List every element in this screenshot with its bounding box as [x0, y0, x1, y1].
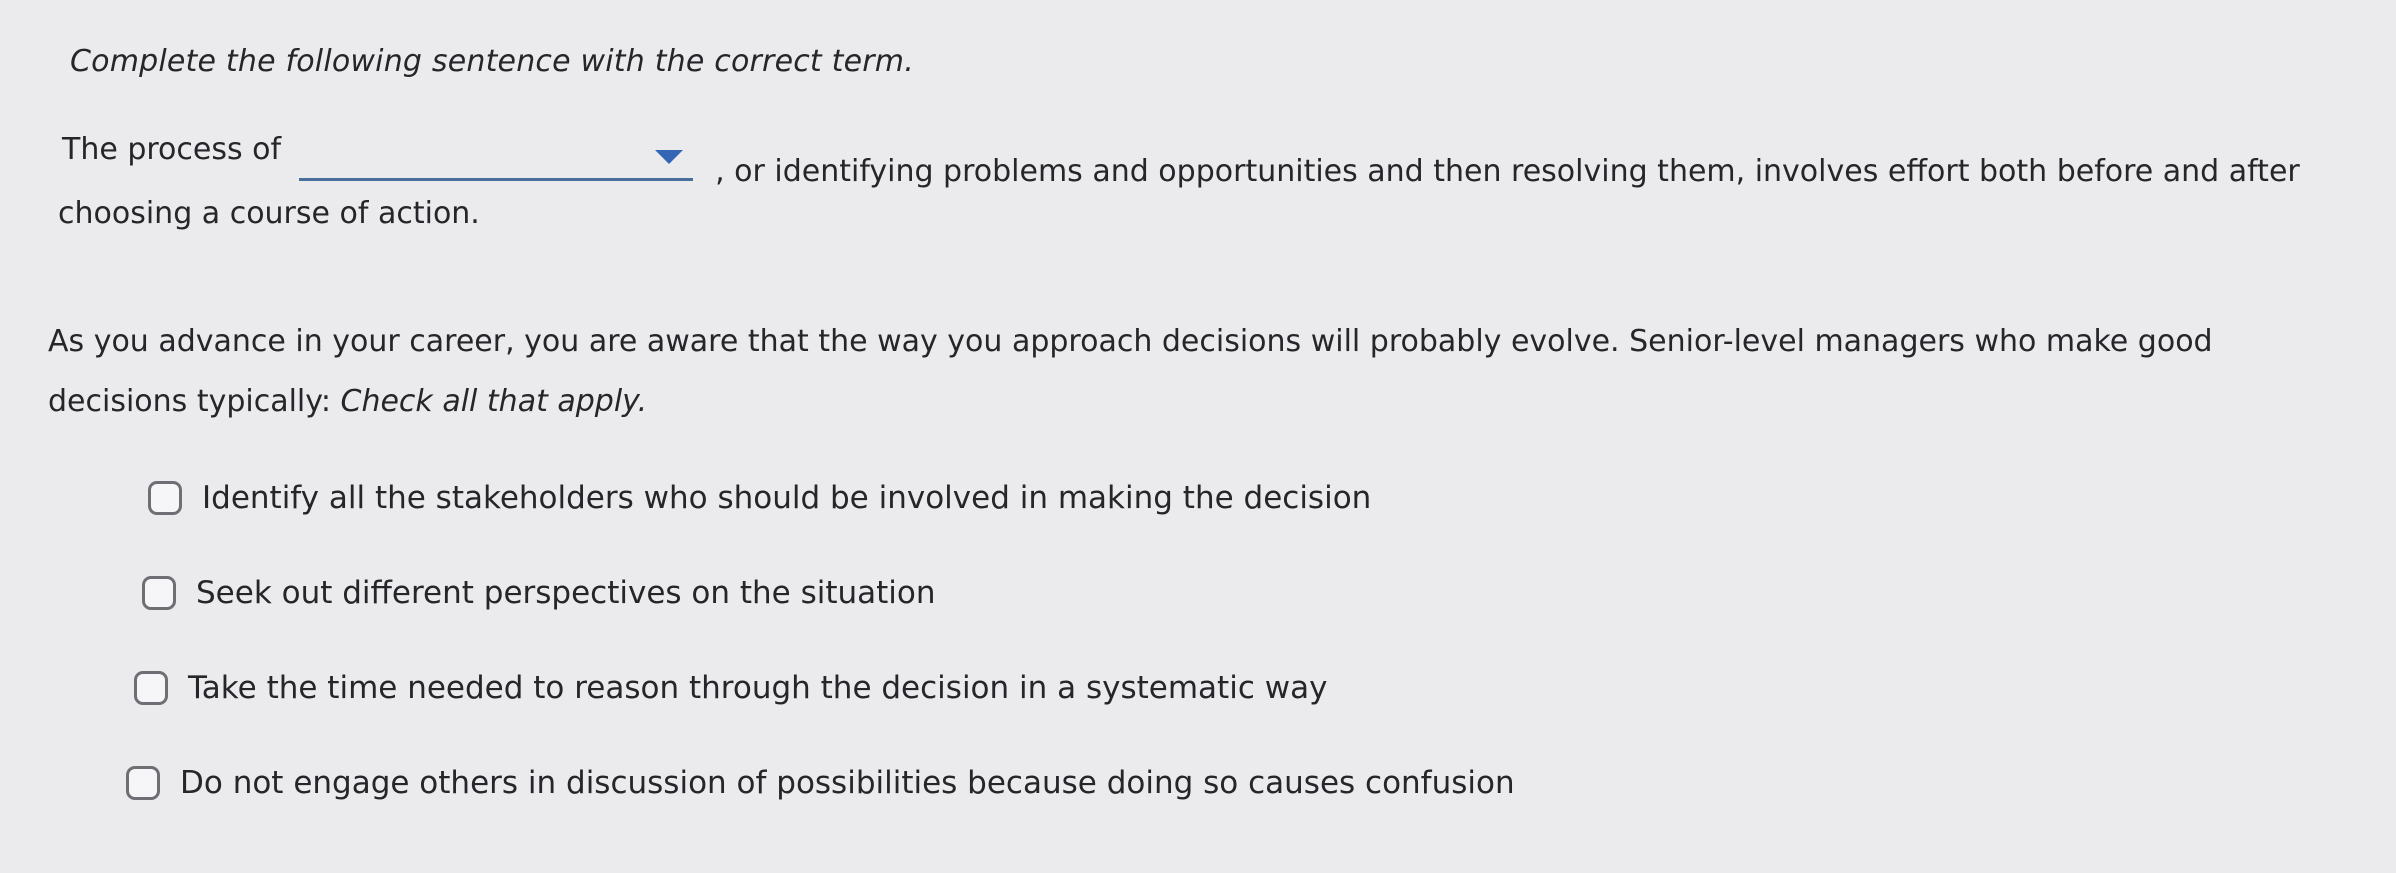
question1-sentence: The process of , or identifying problems…: [62, 132, 2300, 189]
checkbox[interactable]: [134, 671, 168, 705]
question-page: Complete the following sentence with the…: [0, 0, 2396, 873]
option-seek-perspectives[interactable]: Seek out different perspectives on the s…: [142, 575, 936, 611]
checkbox[interactable]: [126, 766, 160, 800]
question1-prefix: The process of: [62, 132, 282, 167]
option-label: Seek out different perspectives on the s…: [196, 575, 936, 611]
question2-prompt: As you advance in your career, you are a…: [48, 312, 2348, 432]
chevron-down-icon[interactable]: [655, 150, 684, 164]
option-label: Identify all the stakeholders who should…: [202, 480, 1372, 516]
option-label: Do not engage others in discussion of po…: [180, 765, 1515, 801]
question1-instruction: Complete the following sentence with the…: [70, 44, 914, 79]
question1-continuation: choosing a course of action.: [58, 196, 480, 231]
option-do-not-engage[interactable]: Do not engage others in discussion of po…: [126, 765, 1515, 801]
checkbox[interactable]: [142, 576, 176, 610]
option-identify-stakeholders[interactable]: Identify all the stakeholders who should…: [148, 480, 1371, 516]
question1-suffix: , or identifying problems and opportunit…: [715, 154, 2300, 189]
option-label: Take the time needed to reason through t…: [188, 670, 1328, 706]
term-dropdown[interactable]: [299, 132, 694, 181]
option-take-time[interactable]: Take the time needed to reason through t…: [134, 670, 1327, 706]
question2-instruction: Check all that apply.: [340, 384, 648, 419]
checkbox[interactable]: [148, 481, 182, 515]
